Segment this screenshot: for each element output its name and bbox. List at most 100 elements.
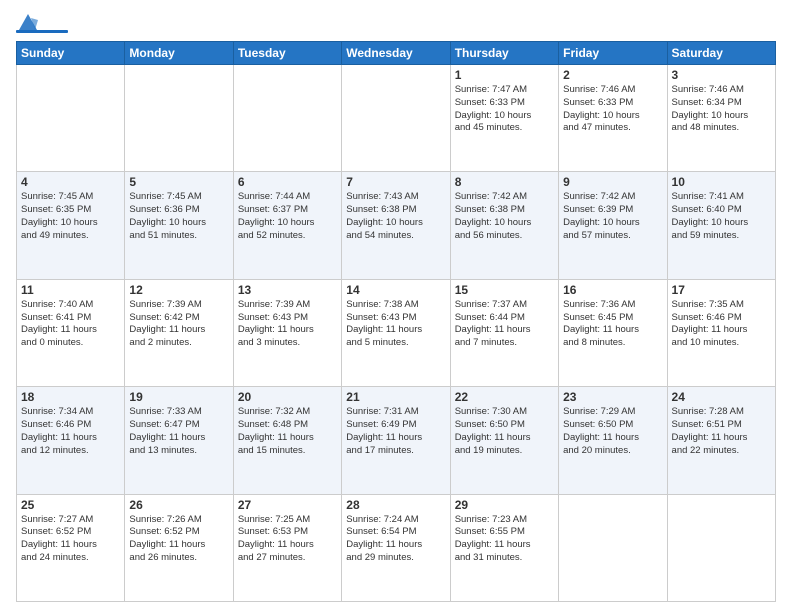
day-info: Sunrise: 7:39 AM Sunset: 6:42 PM Dayligh… [129,299,228,350]
calendar-cell: 25Sunrise: 7:27 AM Sunset: 6:52 PM Dayli… [17,494,125,601]
day-info: Sunrise: 7:29 AM Sunset: 6:50 PM Dayligh… [563,406,662,457]
calendar-cell: 23 Sunrise: 7:29 AM Sunset: 6:50 PM Dayli… [559,387,667,494]
calendar-cell: 4 Sunrise: 7:45 AM Sunset: 6:35 PM Daylig… [17,172,125,279]
page: SundayMondayTuesdayWednesdayThursdayFrid… [0,0,792,612]
calendar-cell: 22 Sunrise: 7:30 AM Sunset: 6:50 PM Dayli… [450,387,558,494]
calendar-week-row: 4 Sunrise: 7:45 AM Sunset: 6:35 PM Daylig… [17,172,776,279]
calendar-day-header: Friday [559,42,667,65]
day-info: Sunrise: 7:36 AM Sunset: 6:45 PM Dayligh… [563,299,662,350]
day-number: 5 [129,175,228,189]
day-info: Sunrise: 7:45 AM Sunset: 6:35 PM Dayligh… [21,191,120,242]
day-number: 29 [455,498,554,512]
day-number: 6 [238,175,337,189]
day-number: 15 [455,283,554,297]
day-info: Sunrise: 7:40 AM Sunset: 6:41 PM Dayligh… [21,299,120,350]
calendar-cell: 17 Sunrise: 7:35 AM Sunset: 6:46 PM Dayli… [667,279,775,386]
day-info: Sunrise: 7:43 AM Sunset: 6:38 PM Dayligh… [346,191,445,242]
day-info: Sunrise: 7:44 AM Sunset: 6:37 PM Dayligh… [238,191,337,242]
day-info: Sunrise: 7:31 AM Sunset: 6:49 PM Dayligh… [346,406,445,457]
day-number: 8 [455,175,554,189]
day-number: 10 [672,175,771,189]
day-number: 16 [563,283,662,297]
day-number: 26 [129,498,228,512]
calendar-cell: 1Sunrise: 7:47 AM Sunset: 6:33 PM Daylig… [450,65,558,172]
day-info: Sunrise: 7:23 AM Sunset: 6:55 PM Dayligh… [455,514,554,565]
day-number: 4 [21,175,120,189]
calendar-cell: 16 Sunrise: 7:36 AM Sunset: 6:45 PM Dayli… [559,279,667,386]
day-info: Sunrise: 7:27 AM Sunset: 6:52 PM Dayligh… [21,514,120,565]
calendar-cell: 13 Sunrise: 7:39 AM Sunset: 6:43 PM Dayli… [233,279,341,386]
logo [16,14,70,33]
day-info: Sunrise: 7:25 AM Sunset: 6:53 PM Dayligh… [238,514,337,565]
calendar-cell: 27 Sunrise: 7:25 AM Sunset: 6:53 PM Dayli… [233,494,341,601]
day-info: Sunrise: 7:33 AM Sunset: 6:47 PM Dayligh… [129,406,228,457]
calendar-cell: 2 Sunrise: 7:46 AM Sunset: 6:33 PM Daylig… [559,65,667,172]
calendar-cell: 21 Sunrise: 7:31 AM Sunset: 6:49 PM Dayli… [342,387,450,494]
day-info: Sunrise: 7:42 AM Sunset: 6:38 PM Dayligh… [455,191,554,242]
day-number: 14 [346,283,445,297]
day-number: 7 [346,175,445,189]
day-number: 20 [238,390,337,404]
calendar-cell: 14Sunrise: 7:38 AM Sunset: 6:43 PM Dayli… [342,279,450,386]
calendar-cell: 11 Sunrise: 7:40 AM Sunset: 6:41 PM Dayli… [17,279,125,386]
calendar-table: SundayMondayTuesdayWednesdayThursdayFrid… [16,41,776,602]
day-number: 2 [563,68,662,82]
calendar-cell: 10 Sunrise: 7:41 AM Sunset: 6:40 PM Dayli… [667,172,775,279]
day-info: Sunrise: 7:24 AM Sunset: 6:54 PM Dayligh… [346,514,445,565]
calendar-day-header: Saturday [667,42,775,65]
day-info: Sunrise: 7:42 AM Sunset: 6:39 PM Dayligh… [563,191,662,242]
day-number: 28 [346,498,445,512]
calendar-cell: 6 Sunrise: 7:44 AM Sunset: 6:37 PM Daylig… [233,172,341,279]
calendar-cell: 8 Sunrise: 7:42 AM Sunset: 6:38 PM Daylig… [450,172,558,279]
day-info: Sunrise: 7:41 AM Sunset: 6:40 PM Dayligh… [672,191,771,242]
calendar-cell: 9 Sunrise: 7:42 AM Sunset: 6:39 PM Daylig… [559,172,667,279]
calendar-day-header: Tuesday [233,42,341,65]
calendar-week-row: 25Sunrise: 7:27 AM Sunset: 6:52 PM Dayli… [17,494,776,601]
calendar-day-header: Thursday [450,42,558,65]
calendar-cell: 7 Sunrise: 7:43 AM Sunset: 6:38 PM Daylig… [342,172,450,279]
day-number: 9 [563,175,662,189]
day-number: 13 [238,283,337,297]
day-number: 24 [672,390,771,404]
calendar-cell [17,65,125,172]
day-number: 18 [21,390,120,404]
day-info: Sunrise: 7:45 AM Sunset: 6:36 PM Dayligh… [129,191,228,242]
day-number: 3 [672,68,771,82]
calendar-cell: 12 Sunrise: 7:39 AM Sunset: 6:42 PM Dayli… [125,279,233,386]
calendar-cell [667,494,775,601]
calendar-header-row: SundayMondayTuesdayWednesdayThursdayFrid… [17,42,776,65]
calendar-cell [559,494,667,601]
calendar-cell: 24 Sunrise: 7:28 AM Sunset: 6:51 PM Dayli… [667,387,775,494]
calendar-cell: 20 Sunrise: 7:32 AM Sunset: 6:48 PM Dayli… [233,387,341,494]
day-info: Sunrise: 7:46 AM Sunset: 6:33 PM Dayligh… [563,84,662,135]
day-info: Sunrise: 7:28 AM Sunset: 6:51 PM Dayligh… [672,406,771,457]
calendar-cell: 5 Sunrise: 7:45 AM Sunset: 6:36 PM Daylig… [125,172,233,279]
day-number: 12 [129,283,228,297]
calendar-week-row: 11 Sunrise: 7:40 AM Sunset: 6:41 PM Dayli… [17,279,776,386]
calendar-cell: 19 Sunrise: 7:33 AM Sunset: 6:47 PM Dayli… [125,387,233,494]
day-info: Sunrise: 7:39 AM Sunset: 6:43 PM Dayligh… [238,299,337,350]
day-number: 23 [563,390,662,404]
calendar-cell: 3 Sunrise: 7:46 AM Sunset: 6:34 PM Daylig… [667,65,775,172]
day-info: Sunrise: 7:46 AM Sunset: 6:34 PM Dayligh… [672,84,771,135]
calendar-cell [125,65,233,172]
day-number: 19 [129,390,228,404]
calendar-cell [342,65,450,172]
day-info: Sunrise: 7:30 AM Sunset: 6:50 PM Dayligh… [455,406,554,457]
day-info: Sunrise: 7:37 AM Sunset: 6:44 PM Dayligh… [455,299,554,350]
day-info: Sunrise: 7:32 AM Sunset: 6:48 PM Dayligh… [238,406,337,457]
day-number: 22 [455,390,554,404]
day-number: 27 [238,498,337,512]
calendar-cell: 28 Sunrise: 7:24 AM Sunset: 6:54 PM Dayli… [342,494,450,601]
day-number: 21 [346,390,445,404]
day-info: Sunrise: 7:35 AM Sunset: 6:46 PM Dayligh… [672,299,771,350]
day-info: Sunrise: 7:34 AM Sunset: 6:46 PM Dayligh… [21,406,120,457]
day-info: Sunrise: 7:26 AM Sunset: 6:52 PM Dayligh… [129,514,228,565]
day-number: 1 [455,68,554,82]
calendar-cell: 15 Sunrise: 7:37 AM Sunset: 6:44 PM Dayli… [450,279,558,386]
day-number: 17 [672,283,771,297]
calendar-cell [233,65,341,172]
day-number: 11 [21,283,120,297]
calendar-day-header: Monday [125,42,233,65]
calendar-week-row: 18 Sunrise: 7:34 AM Sunset: 6:46 PM Dayli… [17,387,776,494]
